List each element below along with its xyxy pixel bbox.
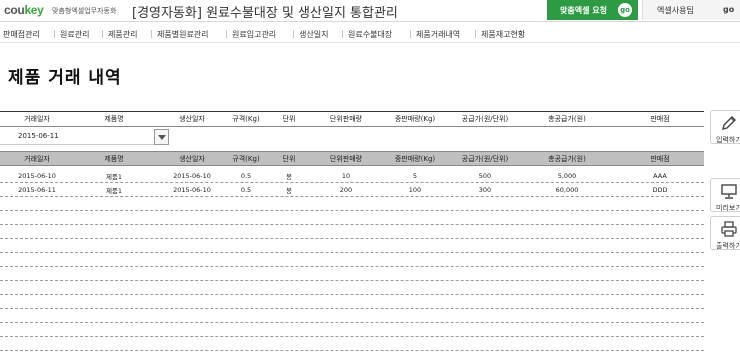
input-button-label: 입력하기 — [716, 136, 740, 144]
cell-unit-sales: 10 — [341, 171, 351, 180]
col-header-total-price: 총공급가(원) — [548, 115, 586, 123]
cell-spec: 0.5 — [240, 171, 252, 180]
nav-item-material[interactable]: 원료관리 — [60, 29, 89, 40]
request-button-label: 맞춤엑셀 요청 — [560, 6, 607, 15]
cell-total-weight: 5 — [412, 171, 418, 180]
col-header-trade-date: 거래일자 — [24, 115, 50, 123]
nav-item-product-material[interactable]: 제품별원료관리 — [157, 29, 209, 40]
preview-button-label: 미리보기 — [716, 204, 740, 212]
empty-row[interactable] — [0, 197, 704, 211]
empty-row[interactable] — [0, 281, 704, 295]
table-header-spec: 규격(Kg) — [232, 154, 260, 163]
empty-row[interactable] — [0, 211, 704, 225]
cell-product: 제품1 — [105, 186, 123, 195]
table-header: 거래일자 제품명 생산일자 규격(Kg) 단위 단위판매량 중판매량(Kg) 공… — [0, 151, 704, 166]
page-title: 제품 거래 내역 — [8, 68, 122, 88]
nav-separator: | — [292, 29, 295, 38]
table-header-production-date: 생산일자 — [179, 154, 205, 163]
nav-separator: | — [409, 29, 412, 38]
col-header-production-date: 생산일자 — [179, 115, 205, 123]
col-header-spec: 규격(Kg) — [232, 115, 260, 123]
cell-production-date: 2015-06-10 — [173, 185, 211, 194]
empty-row[interactable] — [0, 295, 704, 309]
app-header: coukey 맞춤형엑셀업무자동화 [경영자동화] 원료수불대장 및 생산일지 … — [0, 0, 740, 22]
nav-item-product-transactions[interactable]: 제품거래내역 — [416, 29, 460, 40]
cell-spec: 0.5 — [240, 185, 252, 194]
custom-excel-request-button[interactable]: 맞춤엑셀 요청 go — [547, 0, 638, 20]
nav-separator: | — [53, 29, 56, 38]
cell-store: DDD — [652, 185, 668, 194]
input-button[interactable]: 입력하기 — [710, 110, 740, 144]
table-header-unit: 단위 — [282, 154, 296, 163]
nav-item-store[interactable]: 판매점관리 — [3, 29, 40, 40]
cell-total-price: 60,000 — [555, 185, 579, 194]
cell-unit: 봉 — [286, 172, 292, 181]
logo-subtitle: 맞춤형엑셀업무자동화 — [52, 7, 117, 15]
col-header-total-weight: 중판매량(Kg) — [394, 115, 436, 123]
date-filter-value: 2015-06-11 — [18, 132, 59, 140]
table-header-total-weight: 중판매량(Kg) — [394, 154, 436, 163]
nav-item-production-log[interactable]: 생산일지 — [299, 29, 328, 40]
col-header-unit-sales: 단위판매량 — [329, 115, 363, 123]
logo[interactable]: coukey — [4, 3, 44, 17]
nav-separator: | — [225, 29, 228, 38]
nav-separator: | — [101, 29, 104, 38]
col-header-unit: 단위 — [282, 115, 296, 123]
col-header-store: 판매점 — [650, 115, 670, 123]
nav-item-material-intake[interactable]: 원료입고관리 — [232, 29, 276, 40]
cell-unit-sales: 200 — [339, 185, 353, 194]
table-header-store: 판매점 — [650, 154, 670, 163]
col-header-product: 제품명 — [104, 115, 124, 123]
nav-separator: | — [474, 29, 477, 38]
pencil-icon — [722, 116, 736, 130]
nav-separator: | — [341, 29, 344, 38]
go-label: go — [723, 5, 735, 14]
monitor-icon — [721, 184, 737, 199]
cell-trade-date: 2015-06-11 — [18, 185, 56, 194]
empty-row[interactable] — [0, 267, 704, 281]
cell-store: AAA — [653, 171, 667, 180]
empty-row[interactable] — [0, 323, 704, 337]
cell-unit-price: 300 — [478, 185, 492, 194]
nav-separator: | — [150, 29, 153, 38]
date-filter-dropdown[interactable] — [154, 129, 169, 145]
table-header-product: 제품명 — [104, 154, 124, 163]
nav-item-product-stock[interactable]: 제품재고현황 — [481, 29, 525, 40]
empty-row[interactable] — [0, 239, 704, 253]
empty-row[interactable] — [0, 309, 704, 323]
nav-item-product[interactable]: 제품관리 — [108, 29, 137, 40]
nav-item-material-ledger[interactable]: 원료수불대장 — [348, 29, 392, 40]
table-row[interactable]: 2015-06-11 제품1 2015-06-10 0.5 봉 200 100 … — [0, 183, 704, 197]
excel-tips-button[interactable]: 엑셀사용팁 go — [642, 0, 740, 20]
filter-header-row: 거래일자 제품명 생산일자 규격(Kg) 단위 단위판매량 중판매량(Kg) 공… — [0, 111, 704, 127]
app-title: [경영자동화] 원료수불대장 및 생산일지 통합관리 — [132, 6, 398, 21]
chevron-down-icon — [158, 135, 166, 140]
print-button[interactable]: 출력하기 — [710, 216, 740, 250]
empty-row[interactable] — [0, 337, 704, 351]
filter-row: 2015-06-11 — [0, 127, 704, 149]
table-header-trade-date: 거래일자 — [24, 154, 50, 163]
cell-product: 제품1 — [105, 172, 123, 181]
empty-row[interactable] — [0, 253, 704, 267]
go-badge: go — [618, 3, 632, 17]
cell-production-date: 2015-06-10 — [173, 171, 211, 180]
cell-trade-date: 2015-06-10 — [18, 171, 56, 180]
print-button-label: 출력하기 — [716, 242, 740, 250]
cell-unit: 봉 — [286, 186, 292, 195]
printer-icon — [721, 221, 737, 237]
cell-total-weight: 100 — [408, 185, 422, 194]
table-row[interactable]: 2015-06-10 제품1 2015-06-10 0.5 봉 10 5 500… — [0, 169, 704, 183]
cell-unit-price: 500 — [478, 171, 492, 180]
empty-row[interactable] — [0, 225, 704, 239]
tips-button-label: 엑셀사용팁 — [657, 6, 694, 15]
preview-button[interactable]: 미리보기 — [710, 178, 740, 212]
cell-total-price: 5,000 — [557, 171, 577, 180]
table-header-total-price: 총공급가(원) — [548, 154, 586, 163]
col-header-unit-price: 공급가(원/단위) — [461, 115, 509, 123]
transaction-sheet: 거래일자 제품명 생산일자 규격(Kg) 단위 단위판매량 중판매량(Kg) 공… — [0, 111, 704, 355]
table-header-unit-sales: 단위판매량 — [329, 154, 363, 163]
menu-bar: 판매점관리 | 원료관리 | 제품관리 | 제품별원료관리 | 원료입고관리 |… — [0, 24, 740, 43]
table-header-unit-price: 공급가(원/단위) — [461, 154, 509, 163]
